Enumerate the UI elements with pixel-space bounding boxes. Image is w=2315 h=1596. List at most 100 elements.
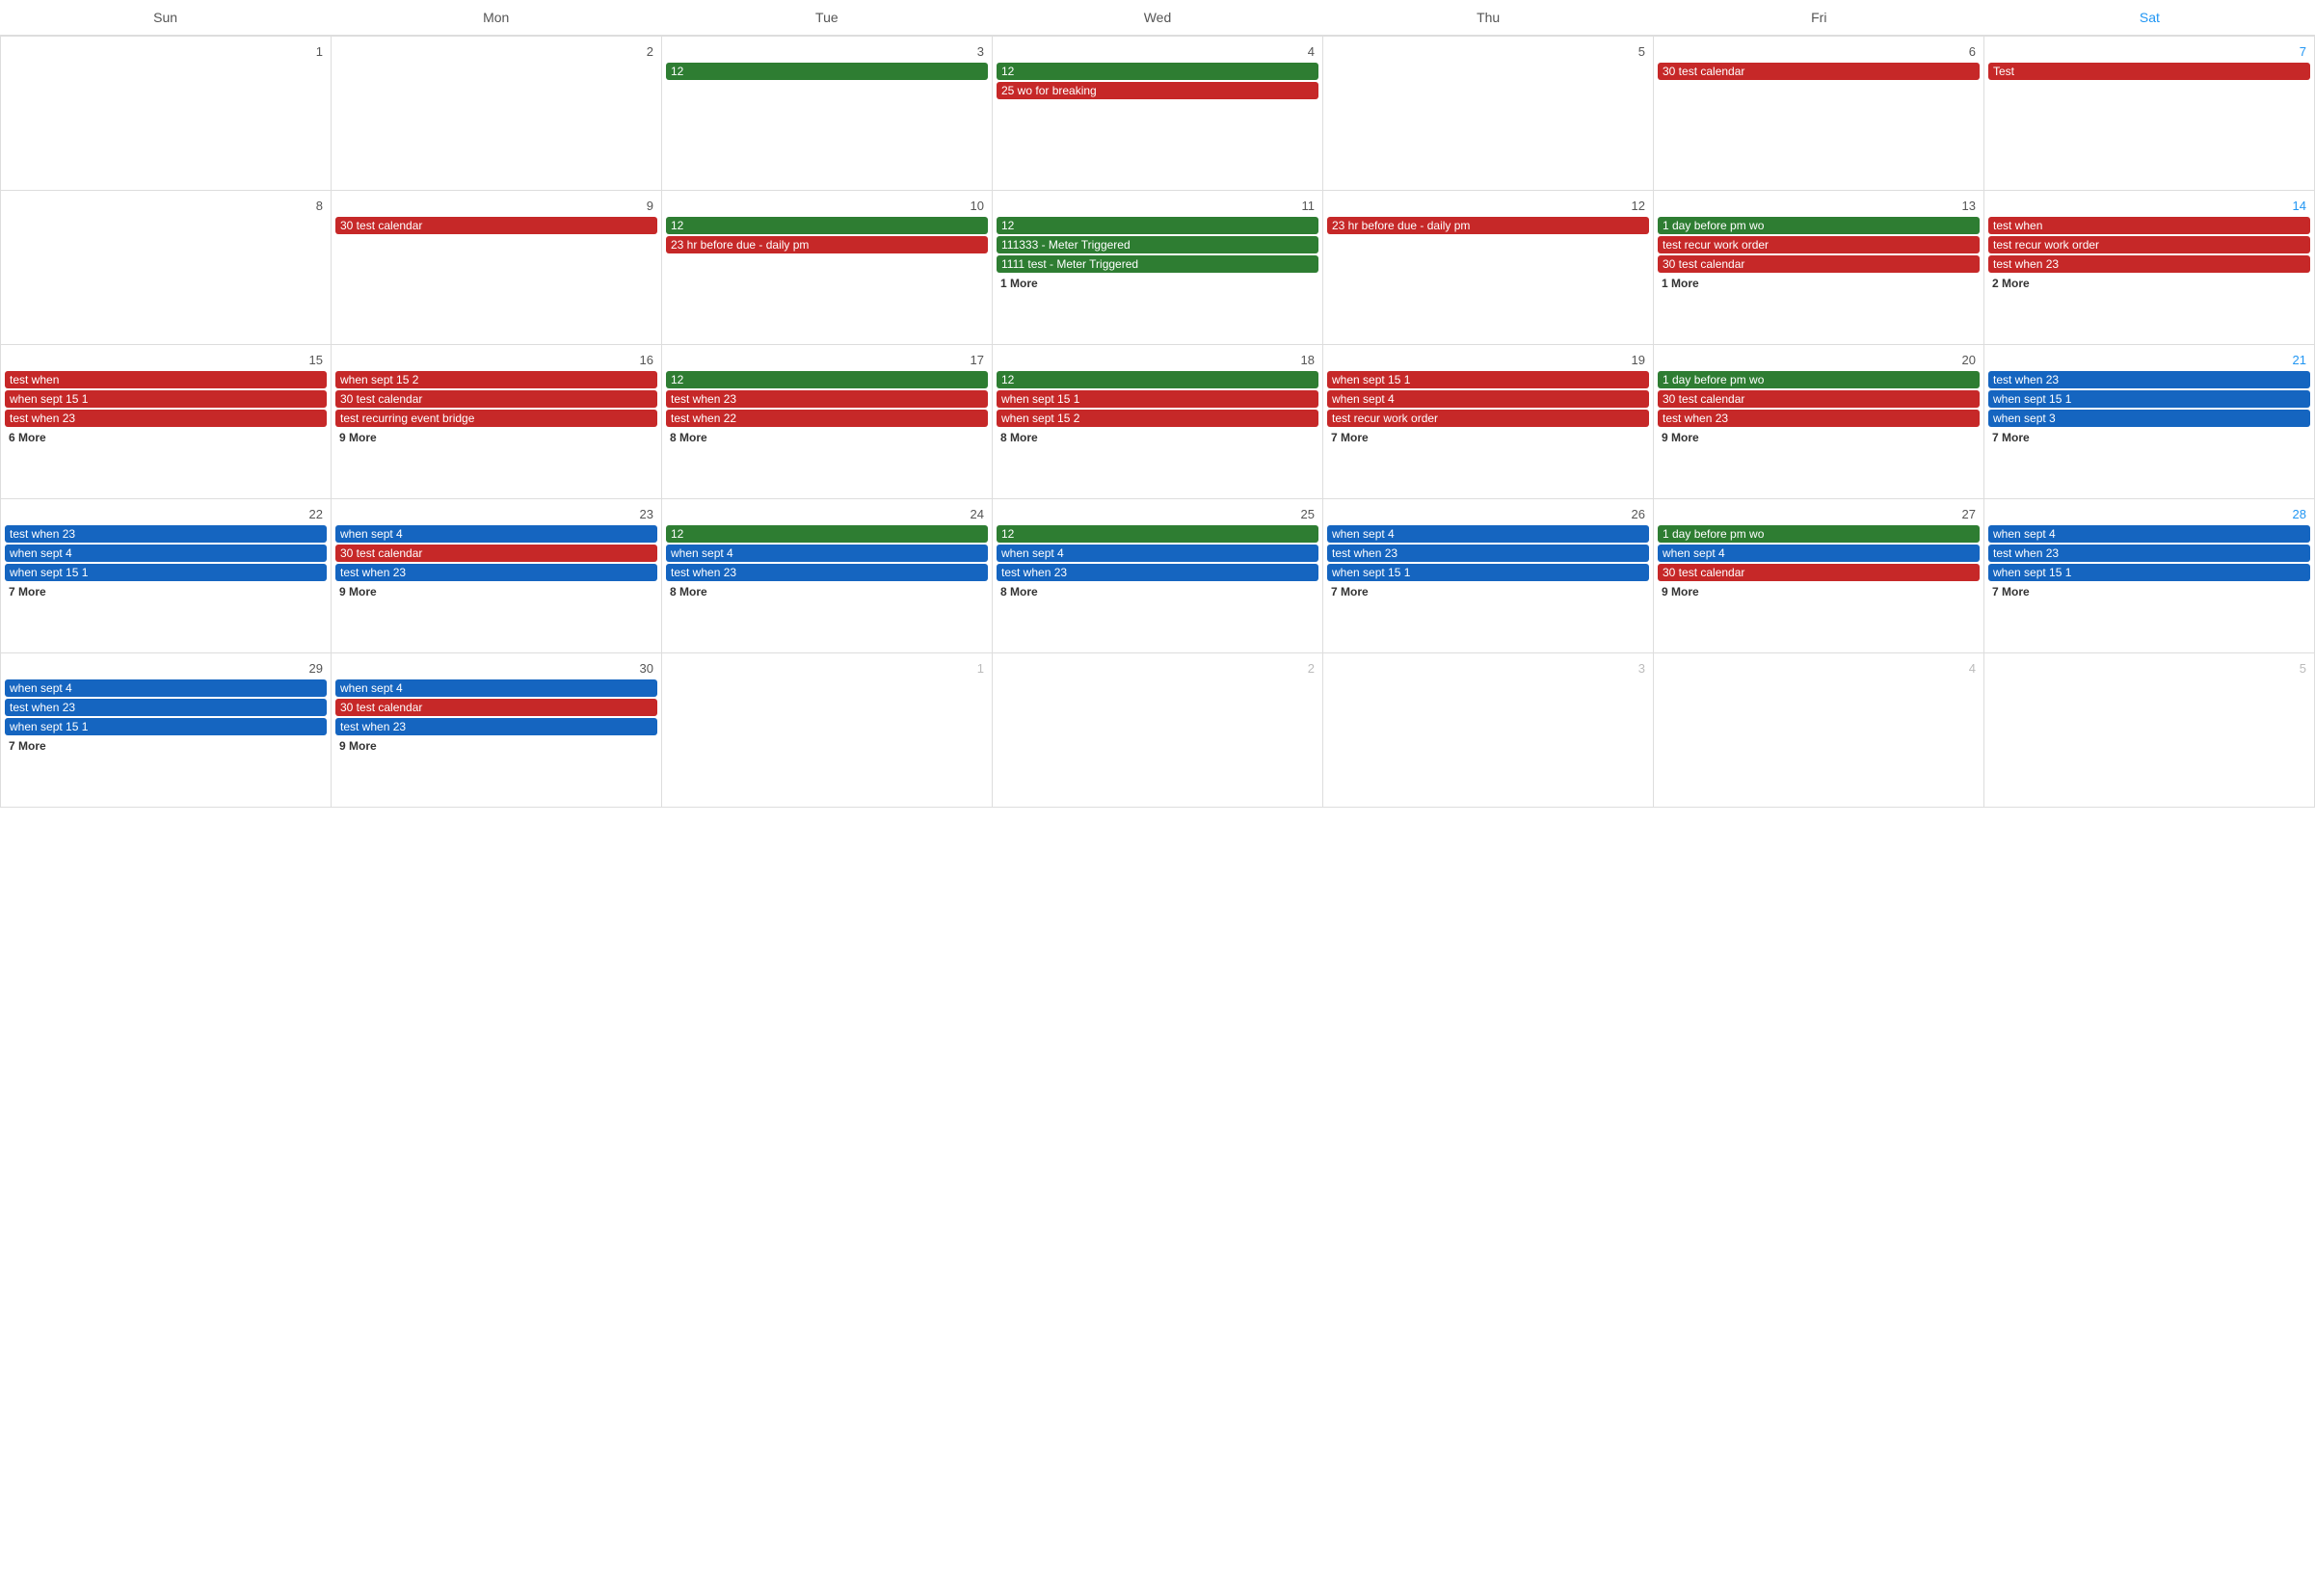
day-cell[interactable]: 14test whentest recur work ordertest whe…	[1984, 191, 2315, 345]
more-link[interactable]: 1 More	[1658, 275, 1980, 292]
day-cell[interactable]: 1	[662, 653, 993, 808]
event[interactable]: when sept 15 1	[1327, 371, 1649, 388]
event[interactable]: test when 23	[335, 564, 657, 581]
day-cell[interactable]: 271 day before pm wowhen sept 430 test c…	[1654, 499, 1984, 653]
event[interactable]: 30 test calendar	[1658, 63, 1980, 80]
event[interactable]: 30 test calendar	[335, 545, 657, 562]
event[interactable]: 30 test calendar	[335, 699, 657, 716]
more-link[interactable]: 9 More	[335, 429, 657, 446]
day-cell[interactable]: 4	[1654, 653, 1984, 808]
day-cell[interactable]: 1223 hr before due - daily pm	[1323, 191, 1654, 345]
day-cell[interactable]: 1	[1, 37, 332, 191]
event[interactable]: test recurring event bridge	[335, 410, 657, 427]
more-link[interactable]: 8 More	[666, 429, 988, 446]
event[interactable]: test when	[1988, 217, 2310, 234]
event[interactable]: when sept 4	[666, 545, 988, 562]
day-cell[interactable]: 312	[662, 37, 993, 191]
more-link[interactable]: 9 More	[335, 737, 657, 755]
event[interactable]: when sept 4	[1327, 525, 1649, 543]
more-link[interactable]: 8 More	[997, 583, 1318, 600]
more-link[interactable]: 9 More	[335, 583, 657, 600]
event[interactable]: 30 test calendar	[1658, 564, 1980, 581]
event[interactable]: 12	[997, 371, 1318, 388]
event[interactable]: 12	[666, 63, 988, 80]
more-link[interactable]: 8 More	[997, 429, 1318, 446]
event[interactable]: test when 23	[5, 410, 327, 427]
event[interactable]: when sept 4	[5, 679, 327, 697]
day-cell[interactable]: 16when sept 15 230 test calendartest rec…	[332, 345, 662, 499]
event[interactable]: 12	[997, 525, 1318, 543]
day-cell[interactable]: 23when sept 430 test calendartest when 2…	[332, 499, 662, 653]
event[interactable]: 30 test calendar	[1658, 255, 1980, 273]
event[interactable]: when sept 15 1	[1988, 390, 2310, 408]
event[interactable]: test recur work order	[1988, 236, 2310, 253]
day-cell[interactable]: 5	[1984, 653, 2315, 808]
more-link[interactable]: 7 More	[1327, 583, 1649, 600]
event[interactable]: 1 day before pm wo	[1658, 371, 1980, 388]
day-cell[interactable]: 2	[993, 653, 1323, 808]
more-link[interactable]: 2 More	[1988, 275, 2310, 292]
more-link[interactable]: 7 More	[1988, 583, 2310, 600]
more-link[interactable]: 6 More	[5, 429, 327, 446]
day-cell[interactable]: 41225 wo for breaking	[993, 37, 1323, 191]
event[interactable]: 30 test calendar	[335, 390, 657, 408]
event[interactable]: 23 hr before due - daily pm	[666, 236, 988, 253]
event[interactable]: when sept 15 1	[997, 390, 1318, 408]
day-cell[interactable]: 26when sept 4test when 23when sept 15 17…	[1323, 499, 1654, 653]
event[interactable]: test when 23	[5, 525, 327, 543]
event[interactable]: 23 hr before due - daily pm	[1327, 217, 1649, 234]
day-cell[interactable]: 5	[1323, 37, 1654, 191]
event[interactable]: test when 23	[5, 699, 327, 716]
event[interactable]: when sept 4	[5, 545, 327, 562]
day-cell[interactable]: 19when sept 15 1when sept 4test recur wo…	[1323, 345, 1654, 499]
event[interactable]: 111333 - Meter Triggered	[997, 236, 1318, 253]
day-cell[interactable]: 2412when sept 4test when 238 More	[662, 499, 993, 653]
more-link[interactable]: 1 More	[997, 275, 1318, 292]
event[interactable]: test recur work order	[1327, 410, 1649, 427]
day-cell[interactable]: 22test when 23when sept 4when sept 15 17…	[1, 499, 332, 653]
more-link[interactable]: 8 More	[666, 583, 988, 600]
event[interactable]: when sept 4	[335, 525, 657, 543]
day-cell[interactable]: 1112111333 - Meter Triggered1111 test - …	[993, 191, 1323, 345]
event[interactable]: 12	[666, 217, 988, 234]
event[interactable]: when sept 15 1	[5, 390, 327, 408]
event[interactable]: 25 wo for breaking	[997, 82, 1318, 99]
day-cell[interactable]: 8	[1, 191, 332, 345]
day-cell[interactable]: 1712test when 23test when 228 More	[662, 345, 993, 499]
event[interactable]: 1 day before pm wo	[1658, 525, 1980, 543]
more-link[interactable]: 9 More	[1658, 429, 1980, 446]
event[interactable]: 12	[666, 525, 988, 543]
event[interactable]: test when 23	[666, 564, 988, 581]
day-cell[interactable]: 201 day before pm wo30 test calendartest…	[1654, 345, 1984, 499]
day-cell[interactable]: 28when sept 4test when 23when sept 15 17…	[1984, 499, 2315, 653]
event[interactable]: 1111 test - Meter Triggered	[997, 255, 1318, 273]
event[interactable]: test when	[5, 371, 327, 388]
event[interactable]: when sept 3	[1988, 410, 2310, 427]
event[interactable]: test recur work order	[1658, 236, 1980, 253]
event[interactable]: 12	[997, 63, 1318, 80]
day-cell[interactable]: 101223 hr before due - daily pm	[662, 191, 993, 345]
day-cell[interactable]: 30when sept 430 test calendartest when 2…	[332, 653, 662, 808]
event[interactable]: when sept 15 2	[997, 410, 1318, 427]
event[interactable]: 1 day before pm wo	[1658, 217, 1980, 234]
event[interactable]: when sept 15 1	[1327, 564, 1649, 581]
day-cell[interactable]: 2512when sept 4test when 238 More	[993, 499, 1323, 653]
event[interactable]: test when 23	[666, 390, 988, 408]
day-cell[interactable]: 15test whenwhen sept 15 1test when 236 M…	[1, 345, 332, 499]
event[interactable]: test when 22	[666, 410, 988, 427]
event[interactable]: when sept 15 1	[1988, 564, 2310, 581]
event[interactable]: test when 23	[1988, 371, 2310, 388]
event[interactable]: test when 23	[335, 718, 657, 735]
event[interactable]: when sept 4	[997, 545, 1318, 562]
day-cell[interactable]: 29when sept 4test when 23when sept 15 17…	[1, 653, 332, 808]
event[interactable]: when sept 4	[1658, 545, 1980, 562]
event[interactable]: test when 23	[997, 564, 1318, 581]
more-link[interactable]: 9 More	[1658, 583, 1980, 600]
event[interactable]: when sept 4	[1327, 390, 1649, 408]
day-cell[interactable]: 3	[1323, 653, 1654, 808]
more-link[interactable]: 7 More	[1327, 429, 1649, 446]
day-cell[interactable]: 21test when 23when sept 15 1when sept 37…	[1984, 345, 2315, 499]
event[interactable]: test when 23	[1988, 545, 2310, 562]
event[interactable]: 12	[997, 217, 1318, 234]
event[interactable]: Test	[1988, 63, 2310, 80]
